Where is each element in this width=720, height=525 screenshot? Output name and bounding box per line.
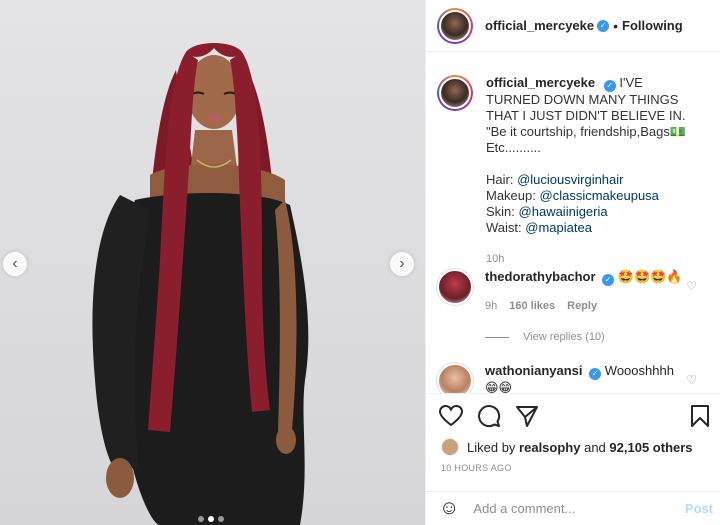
skin-label: Skin: (486, 204, 515, 219)
post-button[interactable]: Post (685, 501, 713, 516)
view-replies-label: View replies (10) (523, 331, 605, 343)
hair-label: Hair: (486, 172, 514, 187)
carousel-indicator (198, 516, 224, 522)
comment-input[interactable] (473, 501, 664, 516)
comment-item: wathonianyansi ✓ Woooshhhh 😁😁 ♡ (437, 363, 717, 393)
commenter-avatar[interactable] (437, 363, 473, 393)
hair-mention-link[interactable]: @luciousvirginhair (517, 172, 623, 187)
caption-time[interactable]: 10h (486, 251, 686, 267)
carousel-dot (218, 516, 224, 522)
chevron-right-icon: › (399, 255, 405, 272)
likes-others[interactable]: 92,105 others (609, 440, 692, 455)
post-image (92, 43, 309, 525)
share-button[interactable] (514, 403, 540, 429)
emoji-icon[interactable]: ☺ (439, 497, 459, 520)
caption-username[interactable]: official_mercyeke (486, 75, 595, 90)
comment-button[interactable] (476, 403, 502, 429)
skin-mention-link[interactable]: @hawaiinigeria (519, 204, 608, 219)
comment-like-heart-icon[interactable]: ♡ (686, 279, 697, 293)
action-bar (426, 394, 720, 438)
separator: • (613, 17, 619, 34)
comment-icon (478, 405, 501, 428)
instagram-post-modal: ‹ › official_mercyeke ✓ • Following offi… (0, 0, 720, 525)
reply-button[interactable]: Reply (567, 298, 597, 314)
makeup-mention-link[interactable]: @classicmakeupusa (540, 188, 659, 203)
carousel-next-button[interactable]: › (390, 252, 414, 276)
caption-text-block: official_mercyeke ✓ I'VE TURNED DOWN MAN… (486, 75, 686, 267)
save-button[interactable] (687, 403, 713, 429)
comment-item: thedorathybachor ✓ 🤩🤩🤩🔥 9h 160 likes Rep… (437, 269, 717, 314)
makeup-label: Makeup: (486, 188, 536, 203)
waist-label: Waist: (486, 220, 522, 235)
like-button[interactable] (438, 403, 464, 429)
commenter-username[interactable]: wathonianyansi (485, 363, 583, 378)
avatar[interactable] (437, 7, 473, 44)
post-photo[interactable]: ‹ › (0, 0, 425, 525)
commenter-avatar[interactable] (437, 269, 473, 305)
chevron-left-icon: ‹ (12, 255, 18, 272)
liked-by-prefix: Liked by (467, 439, 516, 455)
liked-by-user[interactable]: realsophy (519, 440, 580, 455)
verified-badge-icon: ✓ (602, 274, 615, 286)
header-username[interactable]: official_mercyeke (485, 18, 594, 33)
post-header: official_mercyeke ✓ • Following (426, 0, 720, 52)
verified-badge-icon: ✓ (589, 368, 602, 380)
comment-body: wathonianyansi ✓ Woooshhhh 😁😁 (485, 363, 674, 393)
commenter-username[interactable]: thedorathybachor (485, 269, 596, 284)
bookmark-icon (691, 405, 709, 427)
comments-list[interactable]: official_mercyeke ✓ I'VE TURNED DOWN MAN… (426, 53, 720, 393)
comment-text: Woooshhhh (604, 363, 674, 378)
send-icon (516, 406, 538, 427)
post-side-panel: official_mercyeke ✓ • Following official… (425, 0, 720, 525)
add-comment-bar: ☺ Post (426, 491, 720, 525)
caption: official_mercyeke ✓ I'VE TURNED DOWN MAN… (437, 75, 686, 267)
carousel-dot (198, 516, 204, 522)
comment-like-heart-icon[interactable]: ♡ (686, 373, 697, 387)
verified-badge-icon: ✓ (597, 19, 610, 32)
likes-summary: Liked by realsophy and 92,105 others (426, 438, 720, 456)
likes-and: and (584, 439, 606, 455)
caption-avatar[interactable] (437, 75, 473, 111)
replies-divider (485, 336, 509, 338)
liker-avatar[interactable] (441, 438, 459, 456)
carousel-prev-button[interactable]: ‹ (3, 252, 27, 276)
comment-text: 🤩🤩🤩🔥 (617, 269, 683, 284)
comment-meta: 9h 160 likes Reply (485, 298, 683, 314)
view-replies-button[interactable]: View replies (10) (485, 331, 605, 343)
comment-likes[interactable]: 160 likes (509, 298, 555, 314)
heart-icon (439, 405, 463, 427)
comment-emoji-line: 😁😁 (485, 380, 513, 393)
verified-badge-icon: ✓ (603, 80, 616, 92)
carousel-dot-active (208, 516, 214, 522)
waist-mention-link[interactable]: @mapiatea (525, 220, 592, 235)
comment-time[interactable]: 9h (485, 298, 497, 314)
comment-body: thedorathybachor ✓ 🤩🤩🤩🔥 9h 160 likes Rep… (485, 269, 683, 314)
posted-time[interactable]: 10 HOURS AGO (426, 463, 720, 473)
following-button[interactable]: Following (622, 18, 683, 33)
post-actions: Liked by realsophy and 92,105 others 10 … (426, 393, 720, 473)
